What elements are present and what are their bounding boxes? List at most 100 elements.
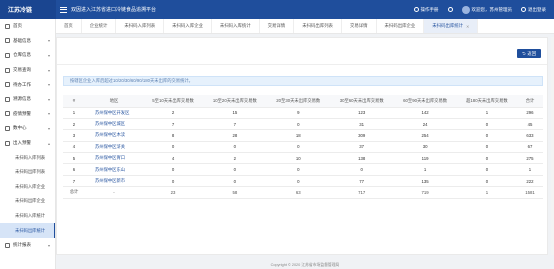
tab-home[interactable]: 首页 (56, 19, 82, 33)
cell-value: 0 (456, 152, 517, 165)
cell-value: 2 (203, 152, 267, 165)
trace-icon (5, 96, 10, 102)
cell-value: 28 (203, 129, 267, 142)
cell-value: 717 (329, 186, 394, 199)
cell-total: 45 (517, 118, 543, 131)
col-header-total: 合计 (517, 95, 543, 108)
cell-region-link[interactable]: 苏州保中区开发区 (85, 107, 143, 119)
table-header-row: # 地区 5至10天未出库交易数 10至20天未出库交易数 20至30天未出库交… (63, 95, 543, 108)
power-icon (521, 7, 526, 12)
cell-value: 4 (143, 152, 204, 165)
col-header-30-60: 30至60天未出库交易数 (329, 95, 394, 108)
tab-inbound-company[interactable]: 未扫码入库企业 (164, 19, 212, 33)
tab-outbound-company[interactable]: 未扫码出库企业 (377, 19, 425, 33)
cell-index: 2 (63, 118, 85, 131)
sidebar-sub-inbound-list[interactable]: 未扫码入库列表 (0, 150, 55, 165)
table-row: 5 苏州保中区胥口 4 2 10 138 119 0 275 (63, 152, 543, 165)
cell-total: 1581 (517, 186, 543, 199)
logout-button[interactable]: 退出登录 (521, 7, 546, 13)
cell-value: 15 (203, 107, 267, 119)
system-title-area: 双因进入江苏省进口冷链食品追溯平台 (56, 6, 156, 13)
sidebar-item-inout-warning[interactable]: 出入预警 ▴ (0, 136, 55, 151)
sidebar-sub-outbound-company[interactable]: 未扫码出库企业 (0, 194, 55, 209)
notification-bell-icon[interactable] (447, 7, 453, 12)
cell-value: 1 (393, 163, 457, 176)
cell-region-link[interactable]: 苏州保中区城区 (85, 118, 143, 131)
cell-value: 142 (393, 107, 457, 119)
sidebar: 首页 基础信息 ▾ 仓库信息 ▾ 交易查询 ▾ 待办工作 ▾ 溯源信息 ▾ 疫情预警 ▾ 数… (0, 19, 56, 269)
col-header-5-10: 5至10天未出库交易数 (143, 95, 204, 108)
sidebar-item-reports[interactable]: 统计报表 ▾ (0, 238, 55, 253)
menu-toggle-icon[interactable] (60, 6, 67, 13)
cell-value: 0 (203, 141, 267, 154)
sidebar-item-warehouse[interactable]: 仓库信息 ▾ (0, 48, 55, 63)
cell-value: 58 (203, 186, 267, 199)
table-row: 6 苏州保中区东山 0 0 0 0 1 0 1 (63, 163, 543, 176)
sidebar-sub-inbound-company[interactable]: 未扫码入库企业 (0, 180, 55, 195)
cell-region-link[interactable]: 苏州保中区新市 (85, 175, 143, 188)
cell-value: 1 (456, 107, 517, 119)
divider (57, 64, 547, 65)
cell-value: 254 (393, 129, 457, 142)
sidebar-sub-outbound-list[interactable]: 未扫码出库列表 (0, 165, 55, 180)
manual-link[interactable]: 操作手册 (413, 7, 439, 13)
cell-value: 1 (456, 186, 517, 199)
warning-icon (5, 111, 10, 117)
home-icon (5, 23, 10, 29)
cell-value: 31 (329, 118, 394, 131)
cell-value: 0 (266, 141, 330, 154)
sidebar-sub-inbound-stats[interactable]: 未扫码入库统计 (0, 209, 55, 224)
tab-trade-detail-2[interactable]: 交易详情 (342, 19, 377, 33)
back-button[interactable]: ⮌ 返回 (516, 49, 541, 58)
chevron-down-icon: ▾ (47, 52, 50, 58)
cell-value: 0 (456, 163, 517, 176)
sidebar-item-data-center[interactable]: 数中心 ▾ (0, 121, 55, 136)
tab-inbound-list[interactable]: 未扫码入库列表 (116, 19, 165, 33)
cell-value: 0 (456, 141, 517, 154)
sidebar-item-epidemic[interactable]: 疫情预警 ▾ (0, 107, 55, 122)
cell-total: 633 (517, 129, 543, 142)
cell-total: 1 (517, 163, 543, 176)
user-info[interactable]: 欢迎您，苏州管理员 (461, 5, 512, 14)
cell-value: 2 (143, 107, 204, 119)
footer-copyright: Copyright © 2020 江苏省市场监督管理局 (270, 263, 340, 267)
cell-value: 37 (329, 141, 394, 154)
cell-region-link[interactable]: 苏州保中区木渎 (85, 129, 143, 142)
tab-trade-detail[interactable]: 交易详情 (260, 19, 295, 33)
tab-outbound-stats[interactable]: 未扫码出库统计 ✕ (424, 19, 479, 33)
cell-value: 10 (266, 152, 330, 165)
tab-inbound-stats[interactable]: 未扫码入库统计 (212, 19, 260, 33)
tab-outbound-list[interactable]: 未扫码出库列表 (294, 19, 342, 33)
cell-value: 0 (329, 163, 394, 176)
cell-total: 296 (517, 107, 543, 119)
top-bar: 江苏冷链 双因进入江苏省进口冷链食品追溯平台 操作手册 欢迎您，苏州管理员 退出… (0, 0, 554, 19)
cell-value: 77 (329, 175, 394, 188)
cell-region-link[interactable]: 苏州保中区东山 (85, 163, 143, 176)
close-icon[interactable]: ✕ (466, 24, 469, 29)
sidebar-item-trace[interactable]: 溯源信息 ▾ (0, 92, 55, 107)
cell-region-link[interactable]: 苏州保中区浒关 (85, 141, 143, 154)
chevron-down-icon: ▾ (47, 96, 50, 102)
sidebar-item-todo[interactable]: 待办工作 ▾ (0, 77, 55, 92)
table-row: 2 苏州保中区城区 7 7 0 31 24 0 45 (63, 118, 543, 131)
help-icon (413, 7, 419, 12)
chevron-down-icon: ▾ (47, 125, 50, 131)
sidebar-item-basic-info[interactable]: 基础信息 ▾ (0, 34, 55, 49)
chevron-down-icon: ▾ (47, 38, 50, 44)
cell-index: 7 (63, 175, 85, 188)
sidebar-item-home[interactable]: 首页 (0, 19, 55, 34)
cell-value: 23 (143, 186, 204, 199)
cell-value: 0 (456, 175, 517, 188)
cell-value: 309 (329, 129, 394, 142)
cell-index: 1 (63, 107, 85, 119)
content-card: ⮌ 返回 按辖区企业入库后超过10/20/30/60/90/180天未出库的交易… (56, 37, 548, 255)
cell-region-link[interactable]: 苏州保中区胥口 (85, 152, 143, 165)
sidebar-item-trade-query[interactable]: 交易查询 ▾ (0, 63, 55, 78)
col-header-10-20: 10至20天未出库交易数 (203, 95, 267, 108)
cell-index: 3 (63, 129, 85, 142)
cell-value: 30 (393, 141, 457, 154)
sidebar-sub-outbound-stats[interactable]: 未扫码出库统计 (0, 223, 55, 238)
chevron-down-icon: ▾ (47, 111, 50, 117)
cell-value: 18 (266, 129, 330, 142)
tab-company-stats[interactable]: 企业统计 (82, 19, 117, 33)
